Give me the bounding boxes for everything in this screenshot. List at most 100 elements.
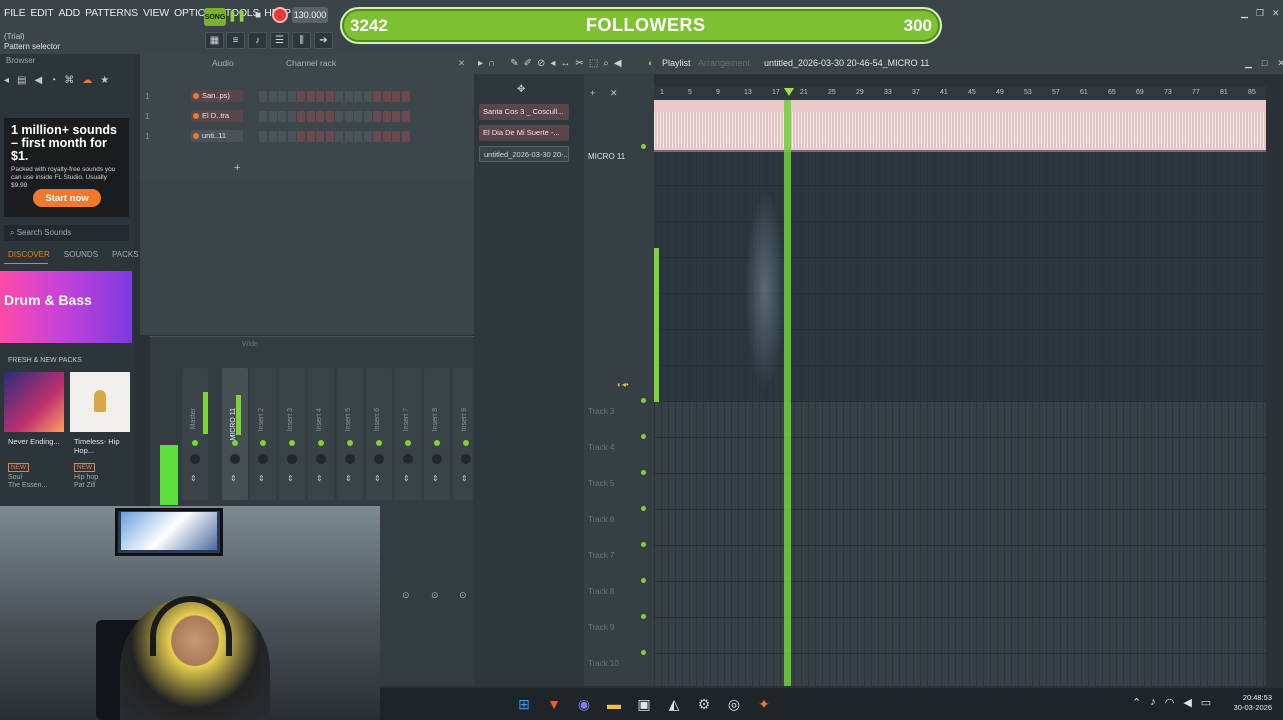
mixer-mode[interactable]: Wide	[242, 341, 258, 348]
pan-knob[interactable]	[316, 454, 326, 464]
pack-cover-never-ending[interactable]	[4, 372, 64, 432]
mixer-track[interactable]: Insert 6 ⇕	[366, 368, 392, 500]
playback-icon[interactable]: ◀	[614, 58, 622, 69]
channel-rack-icon[interactable]: ☰	[270, 32, 289, 49]
wifi-icon[interactable]: ◠	[1165, 696, 1175, 709]
mixer-track[interactable]: Insert 5 ⇕	[337, 368, 363, 500]
mute-icon[interactable]	[260, 440, 266, 446]
track-controls-icon[interactable]: ◐◂•	[617, 380, 629, 389]
speaker-icon[interactable]: ◀	[34, 75, 42, 86]
track-enable-led[interactable]	[641, 542, 646, 547]
menu-edit[interactable]: EDIT	[30, 7, 53, 19]
mixer-track[interactable]: Insert 2 ⇕	[250, 368, 276, 500]
chevron-up-icon[interactable]: ⌃	[1132, 696, 1141, 709]
track-name[interactable]: Track 4	[588, 443, 614, 452]
menu-add[interactable]: ADD	[59, 7, 81, 19]
routing-arrows-icon[interactable]: ⇕	[374, 474, 381, 483]
slip-icon[interactable]: ↔	[560, 58, 570, 69]
mixer-track[interactable]: Insert 9 ⇕	[453, 368, 473, 500]
pattern-clip-item[interactable]: untitled_2026-03-30 20-...	[479, 146, 569, 162]
minimize-icon[interactable]: ▁	[1245, 58, 1252, 69]
mute-icon[interactable]	[232, 440, 238, 446]
stop-icon[interactable]: ■	[249, 6, 267, 24]
playlist-menu-icon[interactable]: ▸	[478, 58, 483, 69]
playhead[interactable]	[784, 100, 791, 686]
routing-arrows-icon[interactable]: ⇕	[316, 474, 323, 483]
mixer-track[interactable]: Master ⇕	[182, 368, 208, 500]
routing-arrows-icon[interactable]: ⇕	[432, 474, 439, 483]
pause-icon[interactable]: ❚❚	[228, 6, 246, 24]
arrow-right-icon[interactable]: ➔	[314, 32, 333, 49]
track-name[interactable]: MICRO 11	[588, 152, 625, 161]
step-sequencer[interactable]	[259, 130, 410, 142]
mute-tool-icon[interactable]: ◂	[550, 58, 555, 69]
pan-knob[interactable]	[461, 454, 471, 464]
back-icon[interactable]: ◂	[4, 75, 9, 86]
track-enable-led[interactable]	[641, 398, 646, 403]
sample-icon[interactable]: ◔	[50, 75, 56, 86]
mute-icon[interactable]	[318, 440, 324, 446]
remove-track-icon[interactable]: ✕	[610, 88, 618, 99]
pan-knob[interactable]	[345, 454, 355, 464]
menu-file[interactable]: FILE	[4, 7, 26, 19]
track-name[interactable]: Track 7	[588, 551, 614, 560]
track-name[interactable]: Track 9	[588, 623, 614, 632]
tab-packs[interactable]: PACKS	[112, 250, 139, 259]
pack-cover-timeless[interactable]	[70, 372, 130, 432]
channel-row[interactable]: 1 unti..11	[145, 129, 410, 143]
pack-card[interactable]: Never Ending... NEW Soul The Essen...	[8, 437, 64, 490]
routing-arrows-icon[interactable]: ⇕	[190, 474, 197, 483]
discord-icon[interactable]: ◉	[574, 694, 594, 714]
volume-icon[interactable]: ◀	[1183, 696, 1191, 709]
brush-icon[interactable]: ✐	[524, 58, 532, 69]
channel-row[interactable]: 1 El D..tra	[145, 109, 410, 123]
start-now-button[interactable]: Start now	[33, 189, 101, 207]
add-track-icon[interactable]: +	[590, 88, 595, 98]
routing-arrows-icon[interactable]: ⇕	[287, 474, 294, 483]
select-icon[interactable]: ⬚	[589, 58, 598, 69]
track-name[interactable]: Track 8	[588, 587, 614, 596]
pan-knob[interactable]	[258, 454, 268, 464]
mute-icon[interactable]	[463, 440, 469, 446]
windows-start-icon[interactable]: ⊞	[514, 694, 534, 714]
zoom-icon[interactable]: ⌕	[603, 58, 609, 69]
track-name[interactable]: Track 5	[588, 479, 614, 488]
track-name[interactable]: Track 10	[588, 659, 619, 668]
stream-app-icon[interactable]: ◎	[724, 694, 744, 714]
pan-knob[interactable]	[374, 454, 384, 464]
pencil-icon[interactable]: ✎	[510, 58, 518, 69]
routing-arrows-icon[interactable]: ⇕	[403, 474, 410, 483]
send-knob-icon[interactable]: ⊙	[402, 590, 410, 601]
maximize-icon[interactable]: ❐	[1256, 8, 1264, 19]
pan-knob[interactable]	[287, 454, 297, 464]
track-enable-led[interactable]	[641, 506, 646, 511]
mute-icon[interactable]	[405, 440, 411, 446]
track-enable-led[interactable]	[641, 578, 646, 583]
plugin-icon[interactable]: ⌘	[64, 75, 74, 86]
pan-knob[interactable]	[190, 454, 200, 464]
channel-filter[interactable]: Audio	[212, 58, 234, 68]
track-name[interactable]: Track 3	[588, 407, 614, 416]
routing-arrows-icon[interactable]: ⇕	[345, 474, 352, 483]
maximize-icon[interactable]: □	[1262, 58, 1267, 69]
arrangement-label[interactable]: Arrangement	[698, 58, 750, 68]
minimize-icon[interactable]: ▁	[1241, 8, 1248, 19]
mixer-icon[interactable]: ⫼	[292, 32, 311, 49]
pan-knob[interactable]	[432, 454, 442, 464]
add-channel-icon[interactable]: +	[234, 162, 240, 174]
taskbar-clock[interactable]: 20:48:53 30-03-2026	[1226, 693, 1272, 713]
mixer-track[interactable]: Insert 8 ⇕	[424, 368, 450, 500]
brave-browser-icon[interactable]: ▼	[544, 694, 564, 714]
menu-patterns[interactable]: PATTERNS	[85, 7, 138, 19]
mute-icon[interactable]	[289, 440, 295, 446]
file-icon[interactable]: ▤	[17, 75, 26, 86]
step-sequencer[interactable]	[259, 110, 410, 122]
playlist-icon[interactable]: ≡	[226, 32, 245, 49]
menu-view[interactable]: VIEW	[143, 7, 169, 19]
channel-name[interactable]: El D..tra	[191, 110, 243, 122]
settings-gear-icon[interactable]: ⚙	[694, 694, 714, 714]
pan-knob[interactable]	[403, 454, 413, 464]
channel-name[interactable]: unti..11	[191, 130, 243, 142]
steam-icon[interactable]: ◭	[664, 694, 684, 714]
close-icon[interactable]: ✕	[1277, 58, 1283, 69]
